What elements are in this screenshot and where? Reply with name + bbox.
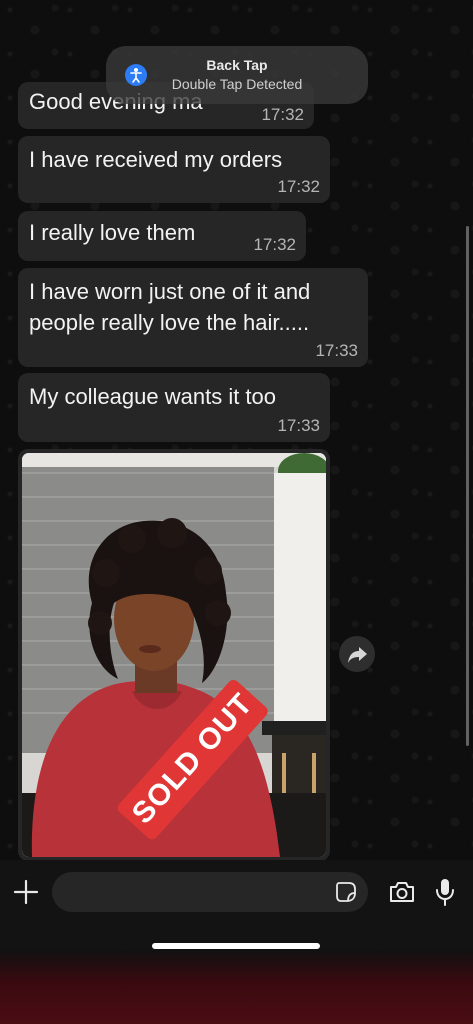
message-bubble[interactable]: I have worn just one of it and people re… bbox=[18, 268, 368, 367]
sticker-icon bbox=[336, 882, 356, 902]
back-tap-title: Back Tap bbox=[206, 57, 268, 73]
bottom-background bbox=[0, 950, 473, 1024]
camera-icon bbox=[390, 882, 414, 902]
chat-screen: Good evening ma 17:32 I have received my… bbox=[0, 0, 473, 1024]
plus-icon bbox=[13, 879, 39, 905]
composer-bar bbox=[0, 860, 473, 950]
message-bubble[interactable]: I really love them 17:32 bbox=[18, 211, 306, 261]
message-time: 17:33 bbox=[315, 341, 358, 360]
message-bubble[interactable]: I have received my orders 17:32 bbox=[18, 136, 330, 203]
product-photo[interactable]: SOLD OUT bbox=[22, 453, 326, 857]
microphone-button[interactable] bbox=[434, 877, 456, 907]
attach-button[interactable] bbox=[12, 878, 40, 906]
message-text: I have worn just one of it and people re… bbox=[29, 279, 311, 335]
scroll-indicator[interactable] bbox=[466, 226, 469, 746]
back-tap-subtitle: Double Tap Detected bbox=[171, 76, 303, 92]
message-input[interactable] bbox=[52, 872, 368, 912]
image-message[interactable]: SOLD OUT bbox=[18, 449, 330, 861]
back-tap-banner: Back Tap Double Tap Detected bbox=[106, 46, 368, 104]
message-text: I have received my orders bbox=[29, 147, 283, 172]
message-text: My colleague wants it too bbox=[29, 384, 277, 409]
microphone-icon bbox=[436, 879, 454, 906]
share-arrow-icon bbox=[348, 647, 367, 663]
message-time: 17:32 bbox=[253, 235, 296, 254]
message-time: 17:33 bbox=[277, 416, 320, 435]
forward-button[interactable] bbox=[339, 636, 375, 672]
message-time: 17:32 bbox=[261, 105, 304, 124]
sticker-button[interactable] bbox=[335, 881, 357, 903]
camera-button[interactable] bbox=[388, 880, 416, 904]
message-bubble[interactable]: My colleague wants it too 17:33 bbox=[18, 373, 330, 442]
home-indicator[interactable] bbox=[152, 943, 320, 949]
message-time: 17:32 bbox=[277, 177, 320, 196]
